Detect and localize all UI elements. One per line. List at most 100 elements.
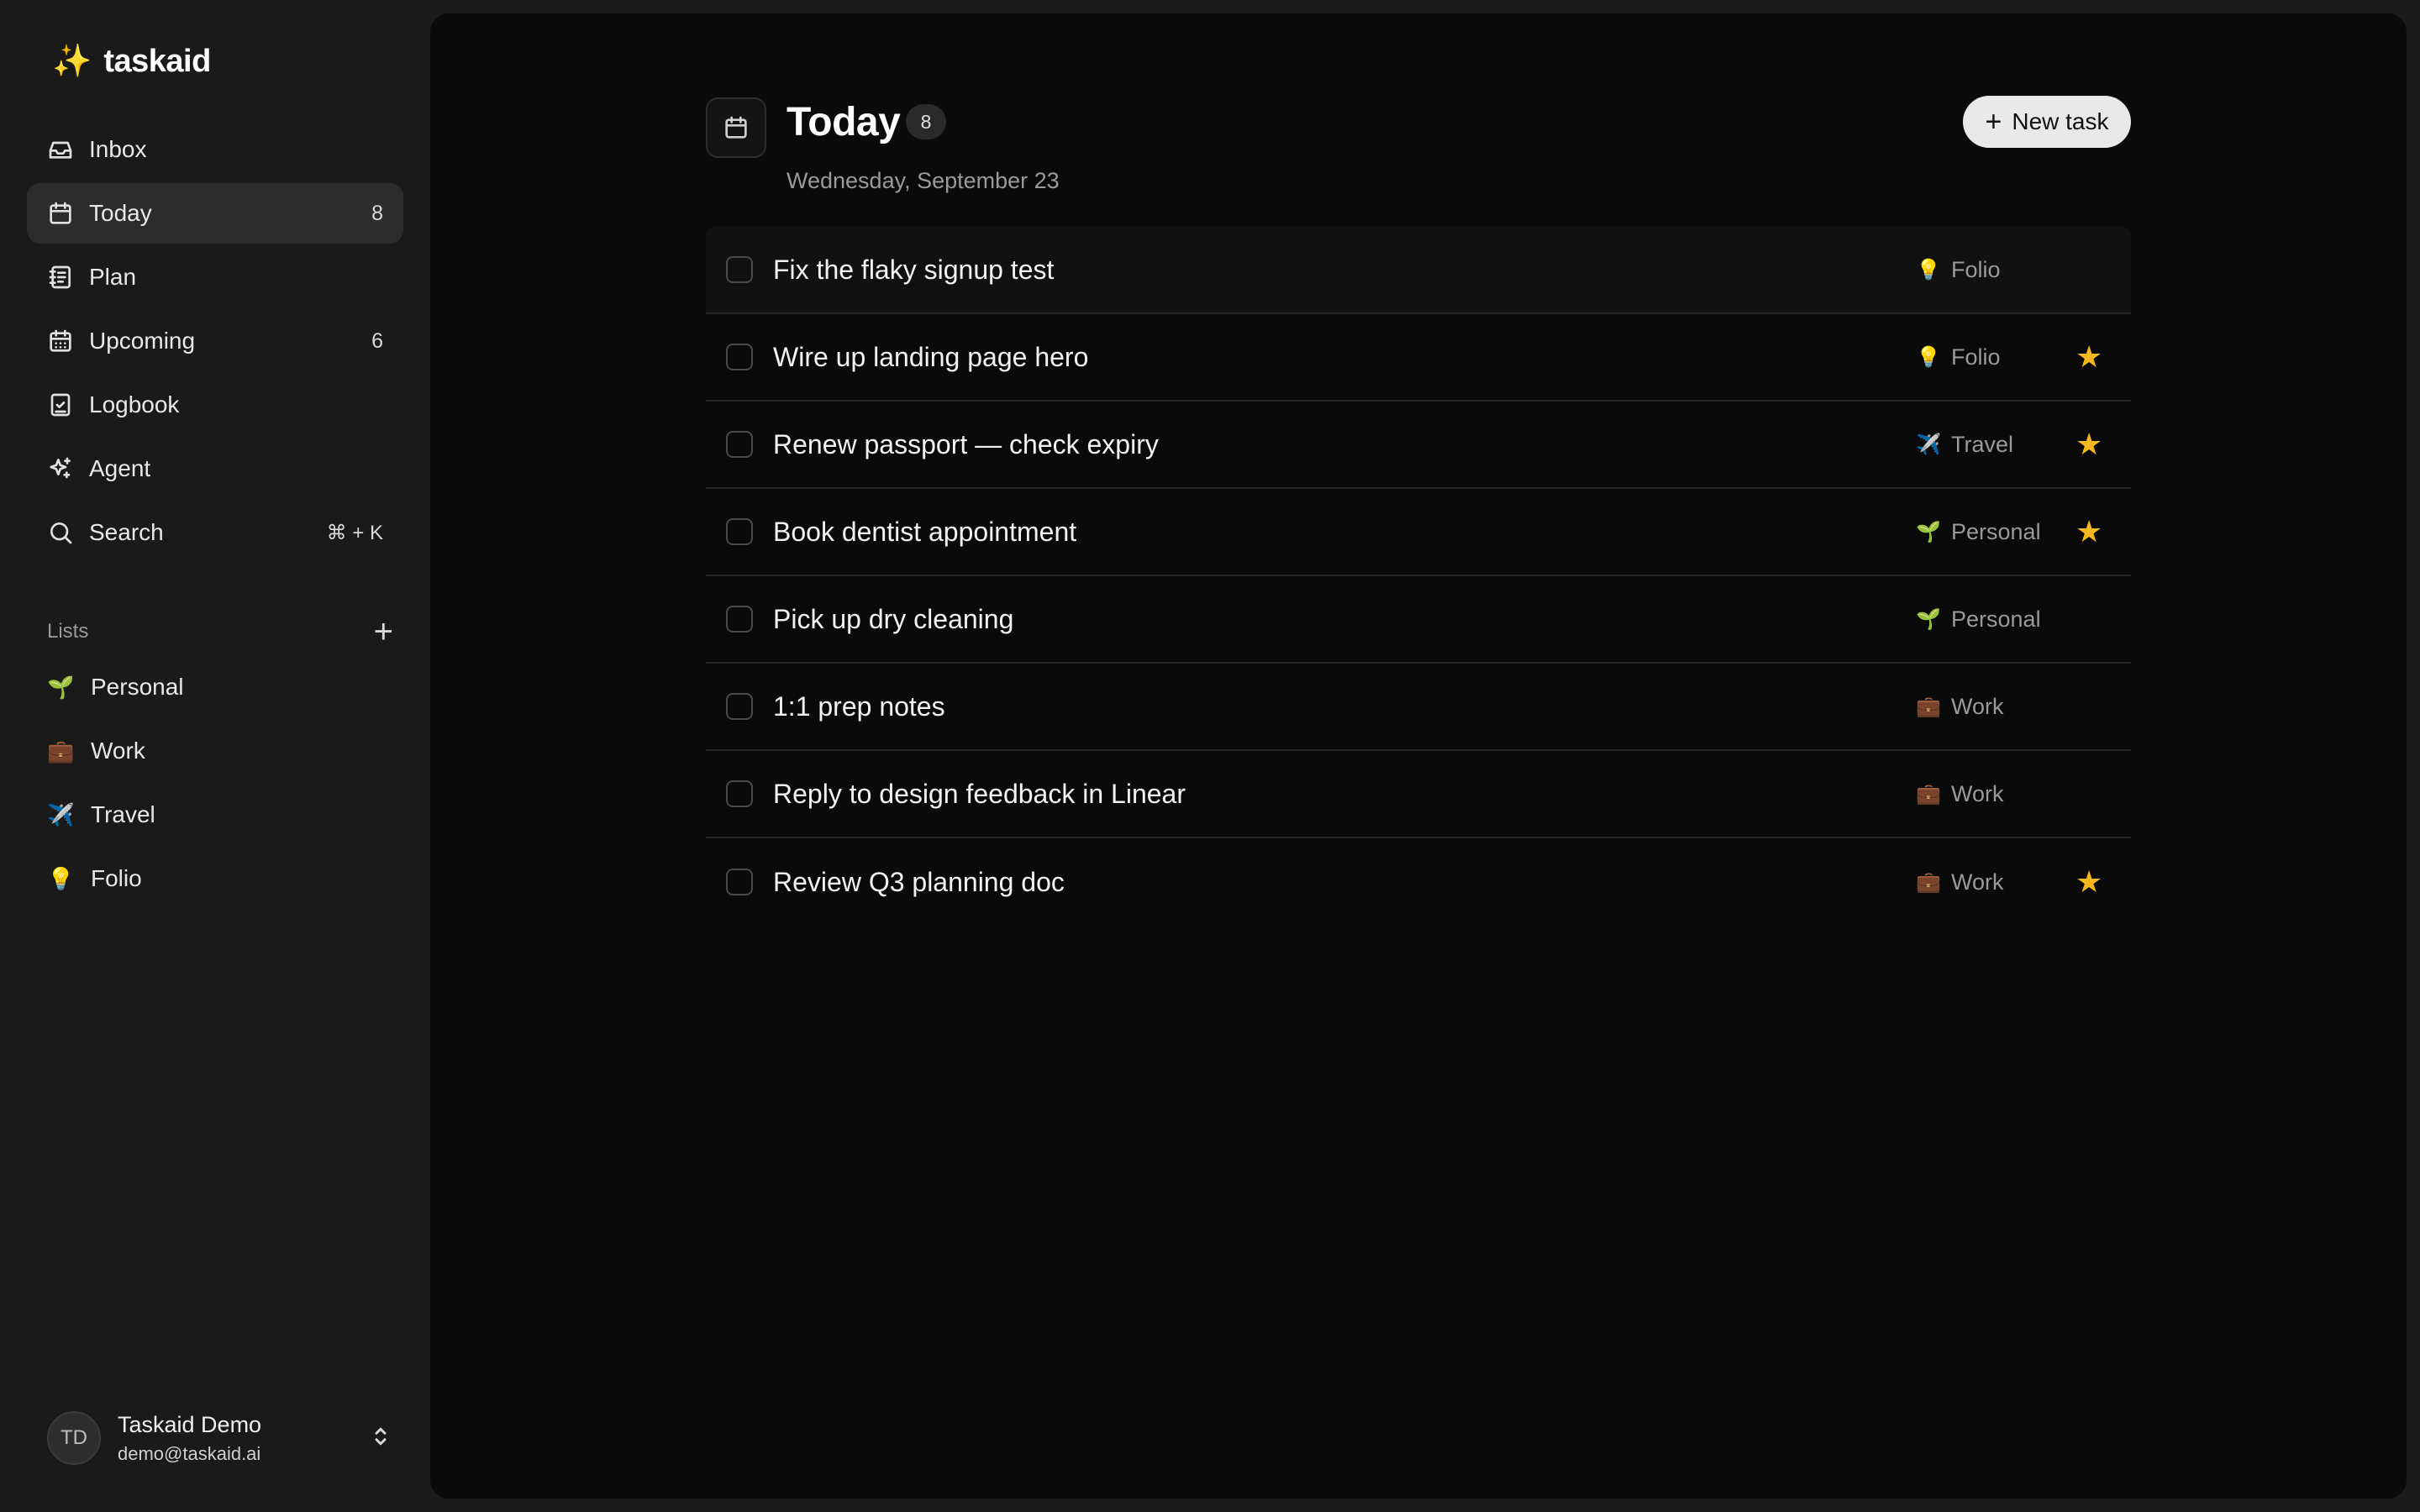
list-label: Travel: [91, 801, 155, 827]
user-name: Taskaid Demo: [118, 1411, 262, 1437]
task-list-tag[interactable]: 💡 Folio: [1916, 314, 2001, 400]
list-label: Work: [91, 738, 145, 764]
sidebar-item-label: Inbox: [89, 136, 147, 162]
task-list-tag[interactable]: 💡 Folio: [1916, 227, 2001, 312]
task-list: Fix the flaky signup test 💡 Folio Wire u…: [706, 227, 2131, 926]
task-count-badge: 8: [906, 104, 946, 139]
list-label: Personal: [91, 674, 184, 700]
task-list-label: Work: [1951, 780, 2004, 806]
lists-header: Lists +: [47, 615, 393, 648]
task-checkbox[interactable]: [726, 869, 753, 895]
briefcase-icon: 💼: [47, 738, 75, 764]
task-row[interactable]: Pick up dry cleaning 🌱 Personal: [706, 576, 2131, 664]
task-list-tag[interactable]: 💼 Work: [1916, 751, 2004, 837]
task-list-label: Travel: [1951, 431, 2014, 457]
search-icon: [47, 519, 74, 546]
sparkles-icon: ✨: [52, 44, 92, 79]
task-row[interactable]: Book dentist appointment 🌱 Personal ★: [706, 489, 2131, 576]
user-info: Taskaid Demo demo@taskaid.ai: [118, 1412, 368, 1465]
sidebar-item-label: Plan: [89, 264, 137, 290]
sidebar-list-work[interactable]: 💼 Work: [27, 721, 403, 781]
seedling-icon: 🌱: [47, 674, 75, 700]
task-checkbox[interactable]: [726, 693, 753, 720]
sidebar: ✨ taskaid Inbox Today 8 Plan Upcoming 6 …: [0, 0, 429, 1512]
task-checkbox[interactable]: [726, 518, 753, 545]
seedling-icon: 🌱: [1916, 607, 1941, 631]
new-task-label: New task: [2012, 108, 2109, 134]
task-list-label: Folio: [1951, 256, 2001, 282]
keyboard-shortcut: ⌘ + K: [326, 521, 383, 544]
briefcase-icon: 💼: [1916, 870, 1941, 894]
task-row[interactable]: Renew passport — check expiry ✈️ Travel …: [706, 402, 2131, 489]
star-icon[interactable]: ★: [2075, 314, 2102, 400]
task-checkbox[interactable]: [726, 780, 753, 807]
task-list-tag[interactable]: 💼 Work: [1916, 664, 2004, 749]
main-panel: Today 8 Wednesday, September 23 + New ta…: [430, 13, 2407, 1499]
airplane-icon: ✈️: [1916, 433, 1941, 456]
briefcase-icon: 💼: [1916, 782, 1941, 806]
user-email: demo@taskaid.ai: [118, 1442, 261, 1464]
inbox-icon: [47, 136, 74, 163]
task-list-label: Work: [1951, 693, 2004, 719]
lightbulb-icon: 💡: [1916, 345, 1941, 369]
logbook-icon: [47, 391, 74, 418]
new-task-button[interactable]: + New task: [1963, 96, 2131, 148]
star-icon[interactable]: ★: [2075, 489, 2102, 575]
airplane-icon: ✈️: [47, 801, 75, 827]
sidebar-item-today[interactable]: Today 8: [27, 183, 403, 244]
sidebar-item-plan[interactable]: Plan: [27, 247, 403, 307]
lists: 🌱 Personal 💼 Work ✈️ Travel 💡 Folio: [27, 657, 403, 912]
task-checkbox[interactable]: [726, 431, 753, 458]
task-list-label: Personal: [1951, 518, 2041, 544]
lists-title: Lists: [47, 620, 89, 643]
chevron-up-down-icon[interactable]: [368, 1424, 393, 1453]
count-badge: 8: [371, 201, 383, 225]
sidebar-list-travel[interactable]: ✈️ Travel: [27, 785, 403, 845]
task-list-label: Work: [1951, 869, 2004, 895]
app-logo[interactable]: ✨ taskaid: [52, 40, 211, 82]
avatar: TD: [47, 1411, 101, 1465]
page-title: Today: [786, 100, 901, 144]
calendar-icon: [706, 97, 766, 158]
task-checkbox[interactable]: [726, 606, 753, 633]
task-row[interactable]: Review Q3 planning doc 💼 Work ★: [706, 838, 2131, 926]
star-icon[interactable]: ★: [2075, 402, 2102, 487]
sidebar-item-label: Search: [89, 519, 164, 545]
task-list-tag[interactable]: ✈️ Travel: [1916, 402, 2013, 487]
count-badge: 6: [371, 328, 383, 353]
task-checkbox[interactable]: [726, 344, 753, 370]
task-row[interactable]: Fix the flaky signup test 💡 Folio: [706, 227, 2131, 314]
sidebar-list-folio[interactable]: 💡 Folio: [27, 848, 403, 909]
sidebar-item-label: Upcoming: [89, 328, 196, 354]
task-row[interactable]: 1:1 prep notes 💼 Work: [706, 664, 2131, 751]
plus-icon: +: [1985, 106, 2002, 138]
add-list-button[interactable]: +: [374, 615, 393, 648]
task-list-tag[interactable]: 🌱 Personal: [1916, 489, 2041, 575]
lightbulb-icon: 💡: [1916, 258, 1941, 281]
sidebar-list-personal[interactable]: 🌱 Personal: [27, 657, 403, 717]
task-list-tag[interactable]: 🌱 Personal: [1916, 576, 2041, 662]
app-name: taskaid: [103, 43, 211, 79]
notebook-icon: [47, 264, 74, 291]
star-icon[interactable]: ★: [2075, 838, 2102, 926]
sidebar-item-label: Today: [89, 200, 152, 226]
sidebar-item-agent[interactable]: Agent: [27, 438, 403, 499]
sidebar-item-inbox[interactable]: Inbox: [27, 119, 403, 180]
page-date: Wednesday, September 23: [786, 168, 1060, 193]
task-list-tag[interactable]: 💼 Work: [1916, 838, 2004, 926]
seedling-icon: 🌱: [1916, 520, 1941, 543]
task-row[interactable]: Wire up landing page hero 💡 Folio ★: [706, 314, 2131, 402]
task-list-label: Personal: [1951, 606, 2041, 632]
user-menu[interactable]: TD Taskaid Demo demo@taskaid.ai: [47, 1408, 393, 1468]
sidebar-item-search[interactable]: Search ⌘ + K: [27, 502, 403, 563]
task-row[interactable]: Reply to design feedback in Linear 💼 Wor…: [706, 751, 2131, 838]
task-checkbox[interactable]: [726, 256, 753, 283]
calendar-icon: [47, 200, 74, 227]
lightbulb-icon: 💡: [47, 865, 75, 891]
task-list-label: Folio: [1951, 344, 2001, 370]
sidebar-item-logbook[interactable]: Logbook: [27, 375, 403, 435]
sidebar-item-upcoming[interactable]: Upcoming 6: [27, 311, 403, 371]
briefcase-icon: 💼: [1916, 695, 1941, 718]
calendar-dots-icon: [47, 328, 74, 354]
sidebar-item-label: Agent: [89, 455, 151, 481]
